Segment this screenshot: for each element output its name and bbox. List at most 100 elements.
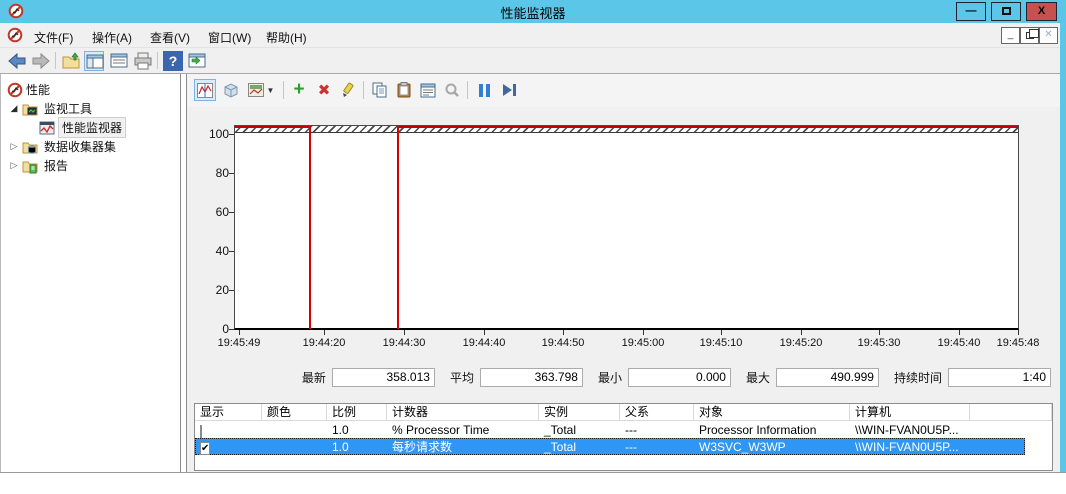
col-instance[interactable]: 实例	[539, 404, 620, 421]
x-tick-mark	[404, 330, 405, 335]
change-graph-type-icon[interactable]: ▼	[246, 79, 276, 101]
x-tick-mark	[643, 330, 644, 335]
view-histogram-icon[interactable]	[220, 79, 242, 101]
x-tick-mark	[721, 330, 722, 335]
col-show[interactable]: 显示	[195, 404, 262, 421]
stat-maximum-value: 490.999	[776, 368, 879, 387]
col-scale[interactable]: 比例	[327, 404, 387, 421]
counter-table-header: 显示 颜色 比例 计数器 实例 父系 对象 计算机	[195, 404, 1052, 421]
mdi-restore-button[interactable]	[1020, 27, 1039, 44]
tree-label-reports: 报告	[41, 156, 71, 175]
freeze-display-icon[interactable]	[473, 79, 495, 101]
highlight-icon[interactable]	[337, 79, 359, 101]
cell-computer: \\WIN-FVAN0U5P...	[850, 440, 970, 454]
cell-counter: 每秒请求数	[387, 438, 539, 455]
toolbar-separator	[363, 81, 364, 99]
console-toolbar: ?	[0, 48, 1066, 74]
series-line-drop	[309, 126, 311, 329]
menu-action[interactable]: 操作(A)	[88, 28, 136, 47]
col-color[interactable]: 颜色	[262, 404, 327, 421]
toolbar-separator	[55, 52, 56, 69]
stat-minimum-label: 最小	[598, 369, 622, 386]
title-bar: 性能监视器 — X	[0, 0, 1066, 23]
expander-closed-icon[interactable]: ▷	[9, 160, 19, 171]
color-swatch	[262, 440, 327, 454]
col-object[interactable]: 对象	[694, 404, 850, 421]
up-folder-icon[interactable]	[61, 51, 81, 71]
stat-maximum-label: 最大	[746, 369, 770, 386]
y-tick-mark	[229, 290, 234, 291]
col-parent[interactable]: 父系	[620, 404, 694, 421]
paste-counter-list-icon[interactable]	[393, 79, 415, 101]
show-checkbox[interactable]: ✔	[195, 440, 262, 454]
x-tick-mark	[1018, 330, 1019, 335]
menu-view[interactable]: 查看(V)	[146, 28, 194, 47]
play-to-end-icon	[503, 84, 516, 96]
print-icon[interactable]	[133, 51, 153, 71]
stat-latest-label: 最新	[302, 369, 326, 386]
cell-scale: 1.0	[327, 440, 387, 454]
view-line-chart-icon[interactable]	[194, 79, 216, 101]
x-tick-label: 19:44:50	[528, 337, 598, 349]
x-tick-mark	[959, 330, 960, 335]
col-computer[interactable]: 计算机	[850, 404, 970, 421]
forward-icon[interactable]	[31, 51, 51, 71]
tree-label-performance: 性能	[23, 80, 53, 99]
mdi-close-button[interactable]: ✕	[1039, 27, 1058, 44]
tree-label-perf-monitor: 性能监视器	[58, 117, 126, 138]
add-counter-icon[interactable]: +	[288, 79, 310, 101]
new-window-icon[interactable]	[187, 51, 207, 71]
maximize-button[interactable]	[991, 2, 1021, 21]
col-empty	[970, 404, 1052, 421]
col-counter[interactable]: 计数器	[387, 404, 539, 421]
tree-item-data-collector-sets[interactable]: ▷ 数据收集器集	[9, 137, 119, 156]
show-checkbox[interactable]	[195, 423, 262, 437]
x-tick-label: 19:45:30	[844, 337, 914, 349]
expander-open-icon[interactable]: ◢	[9, 103, 19, 114]
properties-icon[interactable]	[417, 79, 439, 101]
expander-closed-icon[interactable]: ▷	[9, 141, 19, 152]
stat-average-value: 363.798	[480, 368, 583, 387]
x-tick-label: 19:44:20	[289, 337, 359, 349]
pause-icon	[479, 84, 490, 97]
mdi-minimize-button[interactable]: _	[1001, 27, 1020, 44]
checkbox-checked[interactable]: ✔	[200, 442, 210, 455]
minimize-button[interactable]: —	[956, 2, 986, 21]
checkbox-unchecked[interactable]	[200, 425, 202, 438]
menu-window[interactable]: 窗口(W)	[204, 28, 255, 47]
export-list-icon[interactable]	[109, 51, 129, 71]
delete-counter-icon[interactable]: ✖	[313, 79, 335, 101]
x-tick-mark	[563, 330, 564, 335]
counter-row-processor-time[interactable]: 1.0 % Processor Time _Total --- Processo…	[195, 421, 1052, 438]
close-button[interactable]: X	[1026, 2, 1057, 21]
zoom-icon[interactable]	[441, 79, 463, 101]
tree-item-reports[interactable]: ▷ 报告	[9, 156, 71, 175]
tree-item-perf-monitor[interactable]: 性能监视器	[39, 118, 126, 137]
chart-toolbar: ▼ + ✖	[187, 74, 1061, 107]
help-icon[interactable]: ?	[163, 51, 183, 71]
x-tick-mark	[484, 330, 485, 335]
x-tick-label: 19:44:40	[449, 337, 519, 349]
stat-duration-value: 1:40	[948, 368, 1051, 387]
y-tick-mark	[229, 173, 234, 174]
x-tick-label: 19:45:10	[686, 337, 756, 349]
x-tick-label: 19:44:30	[369, 337, 439, 349]
y-tick-mark	[229, 212, 234, 213]
window-frame-right	[1060, 23, 1066, 472]
chart-plot-area[interactable]	[234, 125, 1019, 330]
tree-item-performance[interactable]: 性能	[7, 80, 53, 99]
y-tick-mark	[229, 134, 234, 135]
copy-properties-icon[interactable]	[369, 79, 391, 101]
counter-row-requests-per-sec[interactable]: ✔ 1.0 每秒请求数 _Total --- W3SVC_W3WP \\WIN-…	[195, 438, 1052, 455]
dropdown-arrow-icon[interactable]: ▼	[267, 86, 275, 95]
back-icon[interactable]	[7, 51, 27, 71]
update-data-icon[interactable]	[498, 79, 520, 101]
y-tick-mark	[229, 251, 234, 252]
console-tree-toggle-icon[interactable]	[84, 51, 104, 71]
menu-help[interactable]: 帮助(H)	[262, 28, 311, 47]
y-tick-label: 100	[195, 127, 229, 141]
stat-duration-label: 持续时间	[894, 369, 942, 386]
tree-item-monitor-tools[interactable]: ◢ 监视工具	[9, 99, 95, 118]
cell-parent: ---	[620, 423, 694, 437]
menu-file[interactable]: 文件(F)	[30, 28, 77, 47]
